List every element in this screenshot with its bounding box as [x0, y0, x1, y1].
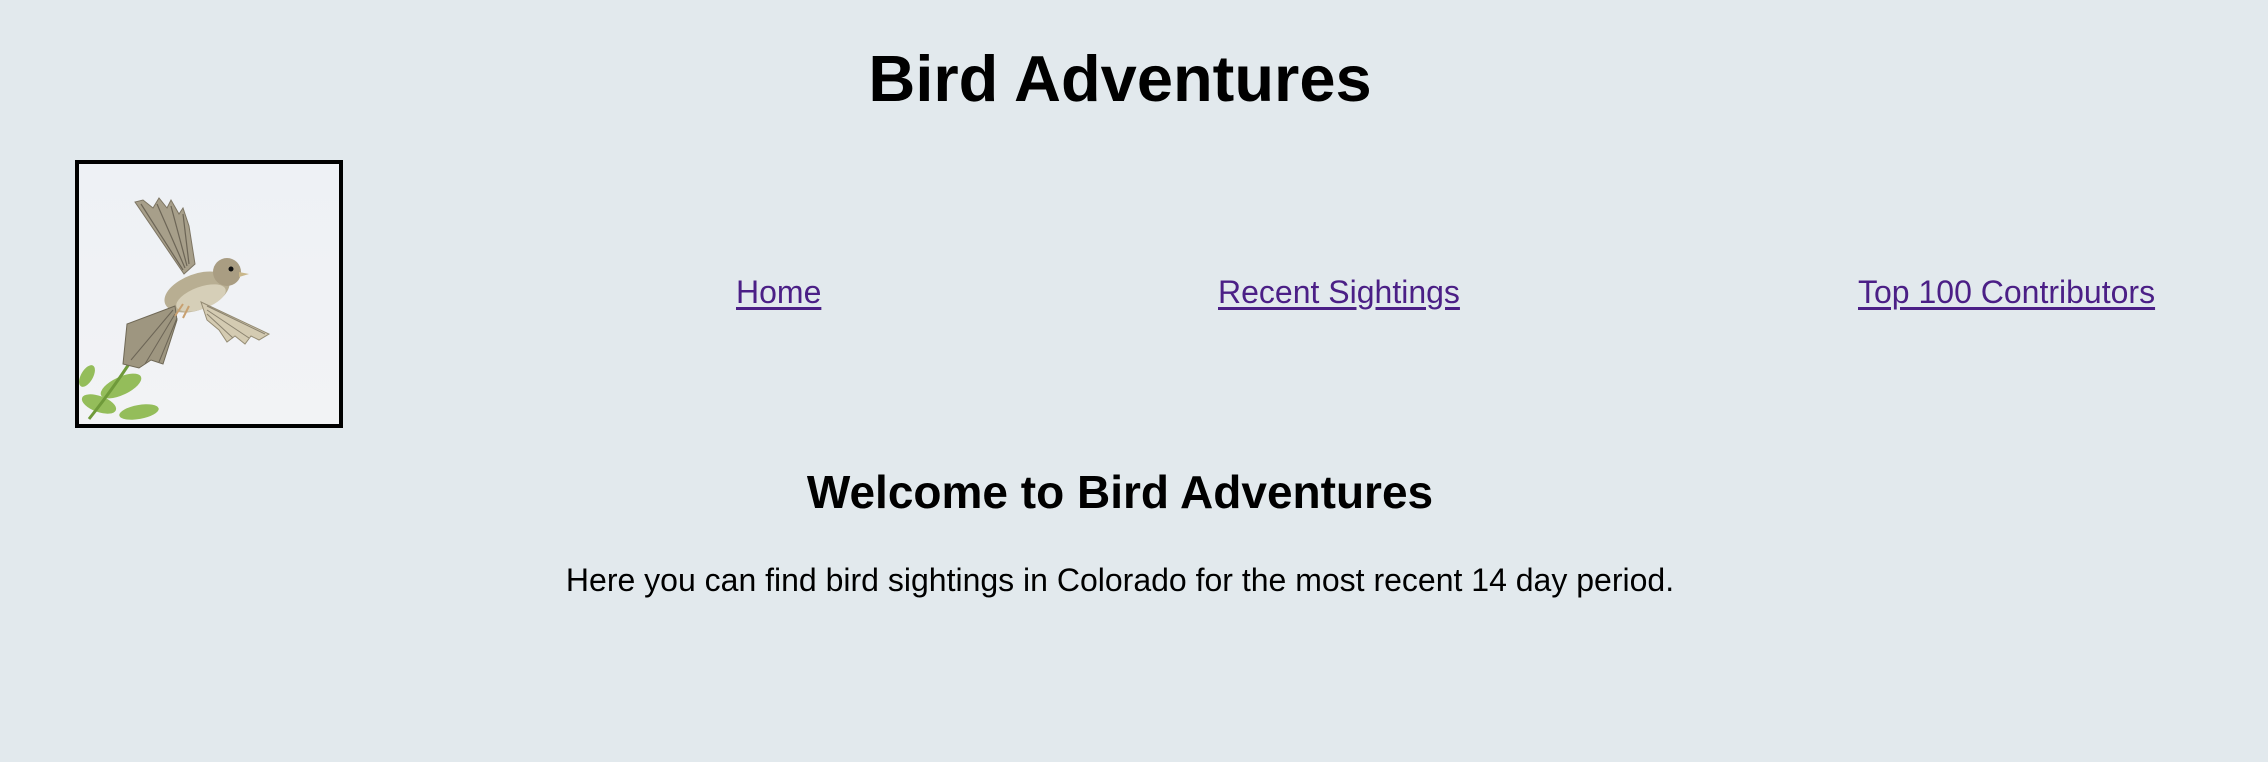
sparrow-icon: [79, 197, 271, 420]
welcome-heading: Welcome to Bird Adventures: [806, 466, 1434, 518]
nav-link-home[interactable]: Home: [736, 272, 821, 312]
intro-paragraph: Here you can find bird sightings in Colo…: [565, 562, 1675, 598]
bird-logo-image: [75, 160, 343, 428]
nav-link-recent-sightings[interactable]: Recent Sightings: [1218, 272, 1460, 312]
site-title: Bird Adventures: [868, 42, 1372, 115]
nav-link-top-contributors[interactable]: Top 100 Contributors: [1858, 272, 2155, 312]
